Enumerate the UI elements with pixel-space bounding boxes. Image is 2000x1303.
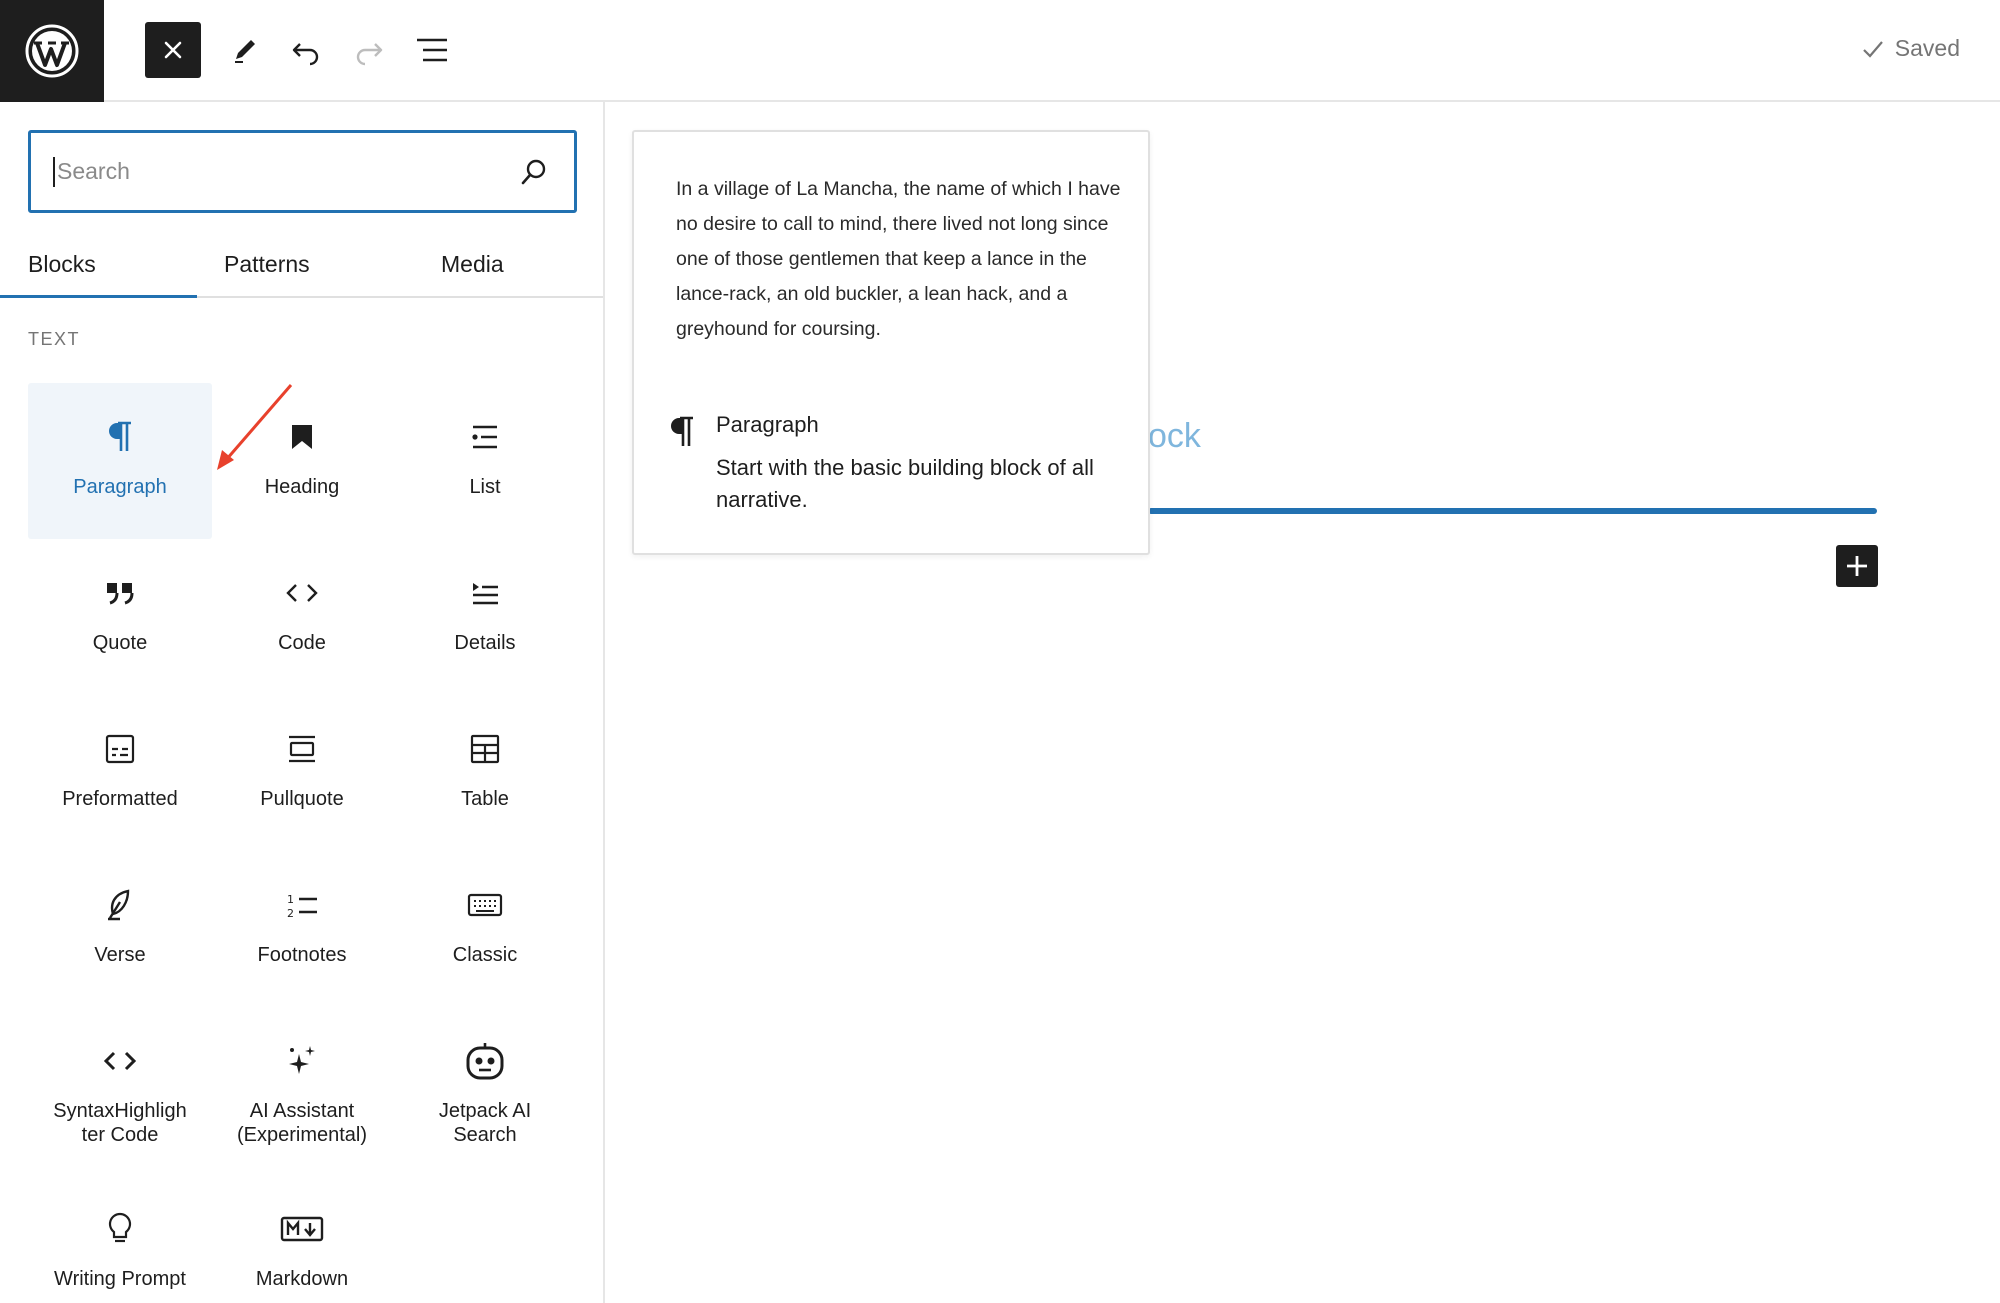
- search-box: [28, 130, 577, 213]
- block-pullquote[interactable]: Pullquote: [210, 695, 394, 851]
- footnotes-icon: 1 2: [287, 893, 317, 920]
- code-icon: [286, 584, 318, 602]
- editor-top-bar: Saved: [0, 0, 2000, 102]
- robot-icon: [466, 1043, 504, 1080]
- list-view-button[interactable]: [404, 22, 460, 78]
- preview-sample-text: In a village of La Mancha, the name of w…: [676, 178, 1121, 340]
- redo-button[interactable]: [341, 22, 397, 78]
- block-quote[interactable]: Quote: [28, 539, 212, 695]
- tab-patterns-label: Patterns: [224, 250, 310, 277]
- syntax-code-icon: [103, 1051, 137, 1071]
- list-view-icon: [417, 38, 447, 62]
- text-caret: [53, 156, 55, 187]
- block-placeholder-text[interactable]: ock: [1148, 417, 1201, 456]
- keyboard-icon: [467, 893, 503, 917]
- preformatted-icon: [105, 734, 135, 764]
- block-label: Preformatted: [62, 788, 178, 810]
- block-label: List: [469, 476, 501, 498]
- paragraph-icon: [109, 421, 131, 451]
- block-list[interactable]: List: [393, 383, 577, 539]
- pencil-icon: [235, 40, 255, 63]
- tab-patterns[interactable]: Patterns: [224, 230, 310, 298]
- block-label: Heading: [264, 476, 340, 498]
- lightbulb-icon: [108, 1212, 132, 1243]
- save-status: Saved: [1861, 35, 1960, 62]
- block-footnotes[interactable]: 1 2 Footnotes: [210, 851, 394, 1007]
- block-label: Details: [454, 632, 516, 654]
- block-label: Classic: [452, 944, 518, 966]
- block-label: Paragraph: [73, 476, 167, 498]
- tab-media[interactable]: Media: [441, 230, 504, 298]
- block-label: Verse: [94, 944, 146, 966]
- block-card-description: Start with the basic building block of a…: [716, 455, 1094, 512]
- block-label: AI Assistant (Experimental): [236, 1100, 368, 1146]
- tab-blocks[interactable]: Blocks: [28, 230, 196, 298]
- block-preview-popover: In a village of La Mancha, the name of w…: [632, 130, 1150, 555]
- block-code[interactable]: Code: [210, 539, 394, 695]
- bookmark-icon: [292, 425, 312, 449]
- block-verse[interactable]: Verse: [28, 851, 212, 1007]
- tools-button[interactable]: [217, 22, 273, 78]
- block-preformatted[interactable]: Preformatted: [28, 695, 212, 851]
- block-label: Table: [461, 788, 509, 810]
- block-label: Jetpack AI Search: [438, 1100, 532, 1146]
- add-block-button[interactable]: [1836, 545, 1878, 587]
- markdown-icon: [280, 1216, 324, 1242]
- wordpress-logo-icon: [25, 24, 79, 78]
- block-label: Markdown: [255, 1268, 349, 1290]
- close-icon: [164, 41, 182, 59]
- details-icon: [473, 583, 498, 605]
- saved-label: Saved: [1894, 35, 1960, 61]
- block-jetpack-ai-search[interactable]: Jetpack AI Search: [393, 1007, 577, 1163]
- plus-icon: [1847, 556, 1867, 576]
- wordpress-logo-button[interactable]: [0, 0, 104, 102]
- block-ai-assistant[interactable]: AI Assistant (Experimental): [210, 1007, 394, 1163]
- quote-icon: [107, 583, 134, 605]
- undo-icon: [292, 43, 319, 66]
- block-markdown[interactable]: Markdown: [210, 1187, 394, 1303]
- insertion-point-indicator: [1148, 508, 1877, 514]
- block-classic[interactable]: Classic: [393, 851, 577, 1007]
- svg-text:1: 1: [287, 893, 294, 906]
- search-input[interactable]: [57, 158, 516, 185]
- pullquote-icon: [289, 735, 315, 763]
- inserter-tabs: Blocks Patterns Media: [0, 230, 603, 298]
- svg-text:2: 2: [287, 907, 294, 920]
- block-paragraph[interactable]: Paragraph: [28, 383, 212, 539]
- tab-blocks-label: Blocks: [28, 250, 96, 277]
- active-tab-indicator: [0, 295, 197, 298]
- block-syntaxhighlighter-code[interactable]: SyntaxHighligh ter Code: [28, 1007, 212, 1163]
- block-inserter-panel: Blocks Patterns Media TEXT Paragraph Hea…: [0, 102, 605, 1303]
- tab-media-label: Media: [441, 250, 504, 277]
- block-heading[interactable]: Heading: [210, 383, 394, 539]
- table-icon: [470, 734, 500, 764]
- block-label: Code: [278, 632, 326, 654]
- feather-icon: [108, 889, 130, 921]
- block-label: Writing Prompt: [54, 1268, 186, 1290]
- block-card-title: Paragraph: [716, 412, 819, 437]
- block-label: Footnotes: [257, 944, 347, 966]
- list-icon: [472, 425, 497, 449]
- block-writing-prompt[interactable]: Writing Prompt: [28, 1187, 212, 1303]
- paragraph-icon: [671, 416, 693, 446]
- search-icon[interactable]: [516, 154, 552, 190]
- block-label: Pullquote: [260, 788, 344, 810]
- block-table[interactable]: Table: [393, 695, 577, 851]
- close-inserter-button[interactable]: [145, 22, 201, 78]
- sparkles-icon: [289, 1046, 315, 1074]
- block-label: SyntaxHighligh ter Code: [53, 1100, 187, 1146]
- block-label: Quote: [92, 632, 148, 654]
- redo-icon: [356, 43, 383, 66]
- checkmark-icon: [1863, 40, 1883, 58]
- section-title-text: TEXT: [28, 329, 81, 349]
- undo-button[interactable]: [278, 22, 334, 78]
- block-details[interactable]: Details: [393, 539, 577, 695]
